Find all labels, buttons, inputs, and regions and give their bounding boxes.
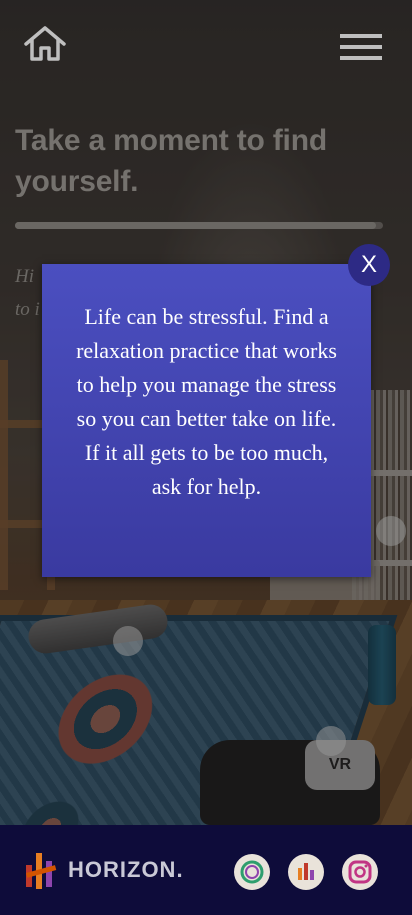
modal-message: Life can be stressful. Find a relaxation… [76,304,337,499]
social-link-2[interactable] [288,854,324,890]
close-button[interactable]: X [348,244,390,286]
instagram-icon [348,860,372,884]
footer: HORIZON. [0,825,412,915]
circle-logo-icon [240,860,264,884]
social-link-3[interactable] [342,854,378,890]
bar-logo-icon [298,863,314,880]
brand-name: HORIZON. [68,857,184,882]
horizon-logo-icon [25,853,57,889]
info-modal: Life can be stressful. Find a relaxation… [42,264,371,577]
social-link-1[interactable] [234,854,270,890]
